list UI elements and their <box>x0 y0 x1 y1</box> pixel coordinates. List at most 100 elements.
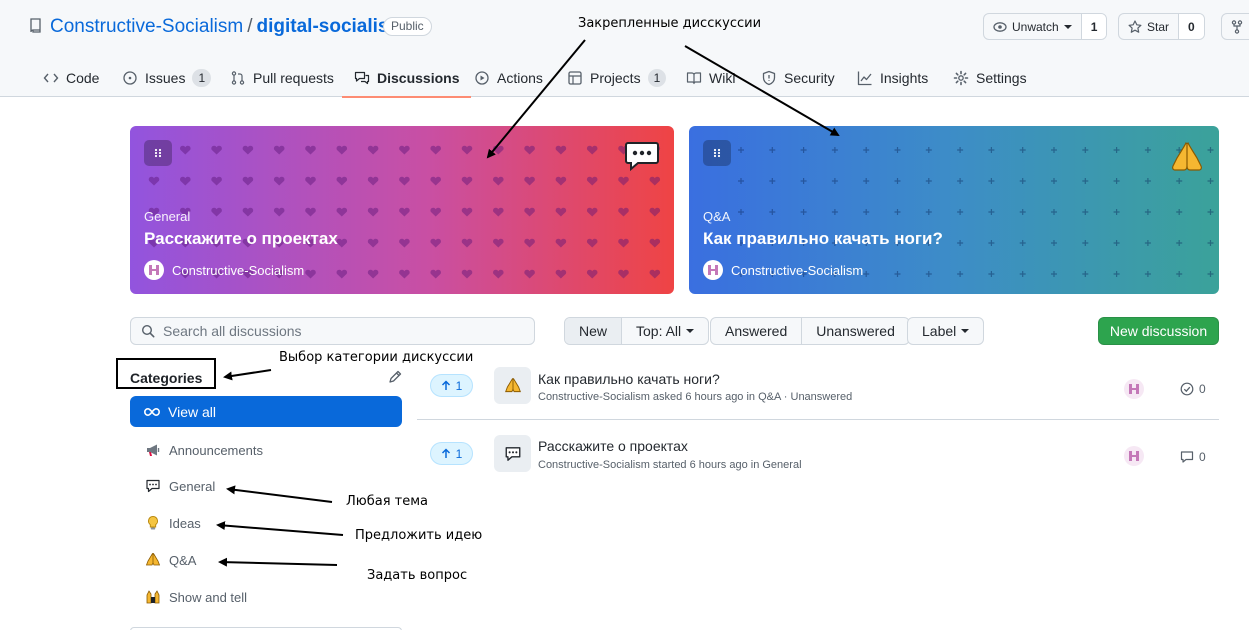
drag-handle-icon[interactable] <box>703 140 731 166</box>
drag-handle-icon[interactable] <box>144 140 172 166</box>
raising-hands-icon <box>146 590 160 604</box>
plus-mark <box>863 209 870 215</box>
avatar[interactable] <box>1124 379 1144 399</box>
author-name[interactable]: Constructive-Socialism <box>172 263 304 278</box>
search-box[interactable] <box>130 317 535 345</box>
category-general[interactable]: General <box>145 476 215 496</box>
heart-mark <box>148 176 160 186</box>
heart-mark <box>179 176 191 186</box>
plus-mark <box>1176 209 1183 215</box>
heart-mark <box>461 238 473 248</box>
tab-wiki[interactable]: Wiki <box>686 58 735 97</box>
pinned-discussion-card[interactable]: General Расскажите о проектах Constructi… <box>130 126 674 294</box>
plus-mark <box>1051 271 1057 277</box>
search-input[interactable] <box>163 323 513 339</box>
heart-mark <box>305 176 316 186</box>
watch-count[interactable]: 1 <box>1080 14 1107 39</box>
heart-mark <box>430 145 442 155</box>
tab-projects[interactable]: Projects 1 <box>567 58 667 97</box>
star-count[interactable]: 0 <box>1178 14 1204 39</box>
tab-insights[interactable]: Insights <box>857 58 928 97</box>
annotation-any-topic: Любая тема <box>346 494 428 509</box>
sort-new-button[interactable]: New <box>565 318 622 344</box>
label-dropdown[interactable]: Label <box>908 318 983 344</box>
unwatch-button[interactable]: Unwatch <box>984 14 1081 39</box>
repo-title: Constructive-Socialism / digital-socialism <box>50 16 405 38</box>
plus-mark <box>957 178 964 184</box>
comment-count-value: 0 <box>1199 450 1206 464</box>
category-view-all[interactable]: View all <box>130 396 402 427</box>
categories-heading: Categories <box>130 370 203 386</box>
heart-mark <box>492 269 504 279</box>
heart-mark <box>492 238 504 248</box>
star-button[interactable]: Star <box>1119 14 1178 39</box>
annotation-category-select: Выбор категории дискуссии <box>279 350 474 365</box>
category-label: Ideas <box>169 515 201 531</box>
plus-mark <box>1019 240 1026 246</box>
repo-owner-link[interactable]: Constructive-Socialism <box>50 16 243 37</box>
plus-mark <box>1207 178 1214 184</box>
issues-count: 1 <box>192 68 212 87</box>
category-q-and-a[interactable]: Q&A <box>145 550 196 570</box>
plus-mark <box>769 147 776 153</box>
tab-security[interactable]: Security <box>761 58 835 97</box>
pinned-category: Q&A <box>703 209 731 224</box>
avatar[interactable] <box>703 260 723 280</box>
plus-mark <box>1082 271 1089 277</box>
heart-mark <box>492 145 504 155</box>
plus-mark <box>1176 178 1183 184</box>
new-discussion-button[interactable]: New discussion <box>1098 317 1219 345</box>
heart-mark <box>336 269 348 279</box>
infinity-icon <box>144 407 160 416</box>
heart-mark <box>399 145 410 155</box>
discussion-title-link[interactable]: Расскажите о проектах <box>538 438 688 454</box>
category-show-and-tell[interactable]: Show and tell <box>145 587 247 607</box>
pencil-icon[interactable] <box>388 370 402 384</box>
avatar[interactable] <box>144 260 164 280</box>
heart-mark <box>305 207 316 217</box>
heart-mark <box>399 176 410 186</box>
tab-actions[interactable]: Actions <box>474 58 543 97</box>
category-label: Announcements <box>169 442 263 458</box>
answered-button[interactable]: Answered <box>711 318 801 344</box>
plus-mark <box>894 147 901 153</box>
fork-button[interactable] <box>1221 13 1249 40</box>
tab-settings[interactable]: Settings <box>953 58 1027 97</box>
heart-mark <box>649 176 661 186</box>
heart-mark <box>367 145 379 155</box>
pinned-discussion-card[interactable]: Q&A Как правильно качать ноги? Construct… <box>689 126 1219 294</box>
eye-icon <box>993 21 1007 32</box>
tab-discussions[interactable]: Discussions <box>341 58 473 98</box>
plus-mark <box>925 147 932 153</box>
tab-issues[interactable]: Issues 1 <box>122 58 212 97</box>
discussion-title-link[interactable]: Как правильно качать ноги? <box>538 371 720 387</box>
upvote-button[interactable]: 1 <box>430 442 473 465</box>
pinned-title[interactable]: Расскажите о проектах <box>144 229 338 249</box>
category-ideas[interactable]: Ideas <box>145 513 201 533</box>
plus-mark <box>1113 178 1120 184</box>
pinned-title[interactable]: Как правильно качать ноги? <box>703 229 943 249</box>
sort-top-dropdown[interactable]: Top: All <box>621 318 708 344</box>
heart-mark <box>211 207 222 217</box>
tab-label: Wiki <box>709 69 736 86</box>
annotation-pinned: Закрепленные дисскуссии <box>578 16 762 31</box>
annotation-suggest-idea: Предложить идею <box>355 528 483 543</box>
play-icon <box>475 70 489 85</box>
avatar[interactable] <box>1124 446 1144 466</box>
tab-pull-requests[interactable]: Pull requests <box>230 58 334 97</box>
heart-mark <box>618 207 629 217</box>
unanswered-button[interactable]: Unanswered <box>801 318 909 344</box>
upvote-button[interactable]: 1 <box>430 374 473 397</box>
star-button-group: Star 0 <box>1118 13 1205 40</box>
heart-mark <box>461 269 473 279</box>
discussion-category-icon <box>494 367 531 404</box>
author-name[interactable]: Constructive-Socialism <box>731 263 863 278</box>
category-label: Q&A <box>169 552 197 568</box>
tab-code[interactable]: Code <box>43 58 99 97</box>
plus-mark <box>1082 147 1089 153</box>
heart-mark <box>555 145 567 155</box>
star-label: Star <box>1147 19 1170 34</box>
folded-hands-icon <box>145 553 161 566</box>
category-announcements[interactable]: Announcements <box>145 440 263 460</box>
plus-mark <box>1176 240 1183 246</box>
